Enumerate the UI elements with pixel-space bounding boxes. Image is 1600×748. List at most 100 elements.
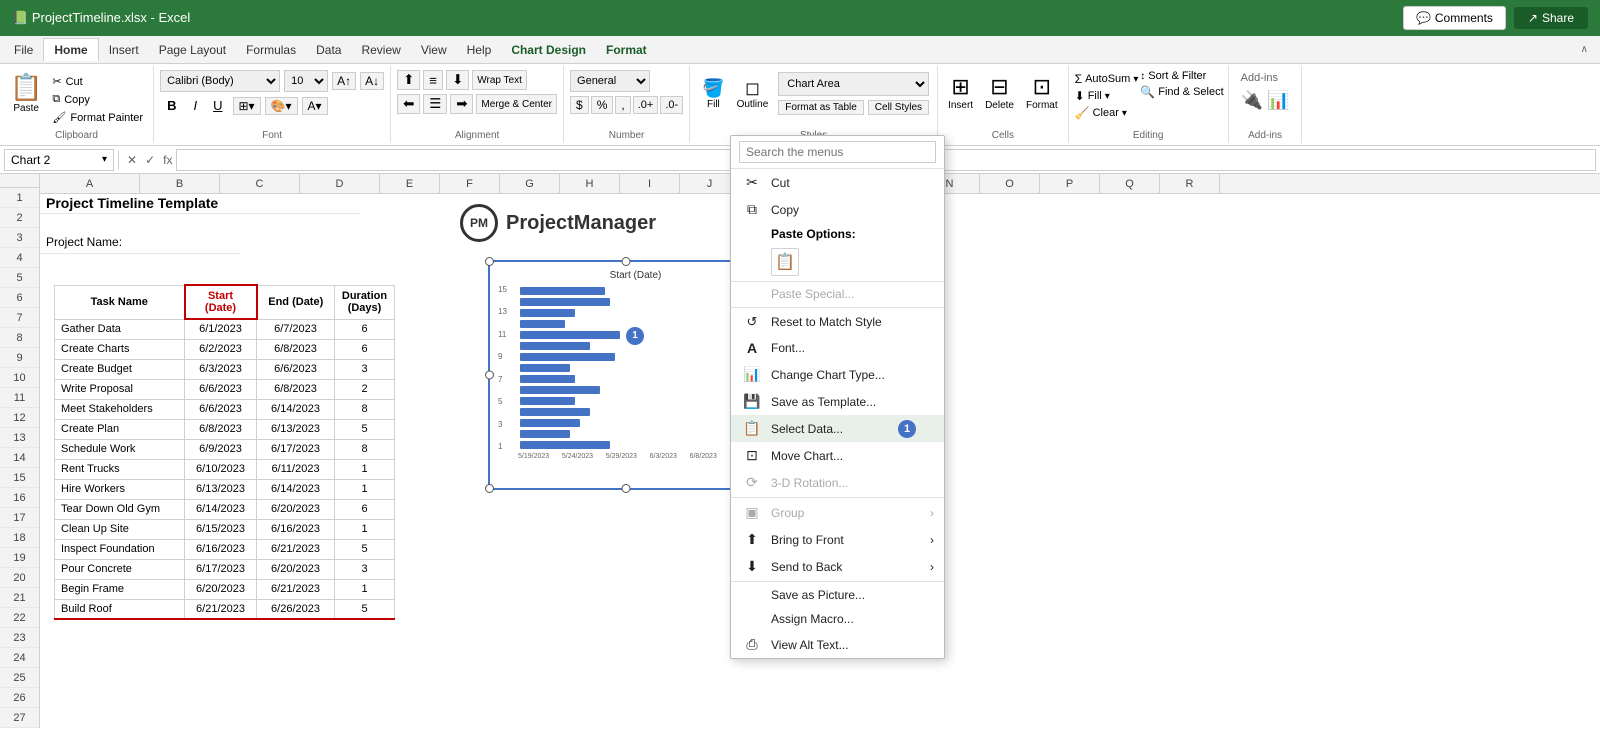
delete-button[interactable]: ⊟ Delete [981,72,1018,113]
tab-format[interactable]: Format [596,39,657,61]
cell-A1[interactable]: Project Timeline Template [40,194,360,214]
italic-button[interactable]: I [187,96,203,115]
table-row[interactable]: Schedule Work6/9/20236/17/20238 [55,439,395,459]
col-header-I[interactable]: I [620,174,680,193]
col-header-R[interactable]: R [1160,174,1220,193]
table-row[interactable]: Clean Up Site6/15/20236/16/20231 [55,519,395,539]
comma-button[interactable]: , [615,96,630,114]
table-row[interactable]: Create Budget6/3/20236/6/20233 [55,359,395,379]
context-bring-front[interactable]: ⬆ Bring to Front › [731,526,944,553]
context-search-input[interactable] [739,141,936,163]
merge-center-button[interactable]: Merge & Center [476,94,557,114]
table-row[interactable]: Begin Frame6/20/20236/21/20231 [55,579,395,599]
col-header-P[interactable]: P [1040,174,1100,193]
tab-help[interactable]: Help [457,39,502,61]
table-row[interactable]: Create Plan6/8/20236/13/20235 [55,419,395,439]
context-group[interactable]: ▣ Group › [731,499,944,526]
context-save-picture[interactable]: Save as Picture... [731,583,944,607]
increase-decimal-button[interactable]: .0+ [633,96,659,114]
number-format-select[interactable]: General [570,70,650,92]
fill-color-button[interactable]: 🎨▾ [265,97,298,115]
increase-font-button[interactable]: A↑ [332,72,356,90]
collapse-ribbon-button[interactable]: ∧ [1573,44,1596,55]
decrease-decimal-button[interactable]: .0- [660,96,683,114]
table-row[interactable]: Inspect Foundation6/16/20236/21/20235 [55,539,395,559]
format-painter-button[interactable]: 🖌 Format Painter [48,110,147,125]
col-header-O[interactable]: O [980,174,1040,193]
col-header-A[interactable]: A [40,174,140,193]
context-menu-copy[interactable]: ⧉ Copy [731,196,944,223]
tab-chart-design[interactable]: Chart Design [501,39,596,61]
col-header-E[interactable]: E [380,174,440,193]
outline-button[interactable]: ◻ Outline [733,76,773,112]
wrap-text-button[interactable]: Wrap Text [472,70,527,90]
align-top-button[interactable]: ⬆ [397,70,420,90]
cell-A3[interactable]: Project Name: [40,234,240,254]
paste-option-1[interactable]: 📋 [771,248,799,276]
context-assign-macro[interactable]: Assign Macro... [731,607,944,631]
cell-styles-button[interactable]: Cell Styles [868,100,929,115]
tab-review[interactable]: Review [351,39,410,61]
context-select-data[interactable]: 📋 Select Data... 1 [731,415,944,442]
context-save-template[interactable]: 💾 Save as Template... [731,388,944,415]
chart-area-select[interactable]: Chart Area [778,72,929,96]
tab-page-layout[interactable]: Page Layout [149,39,236,61]
share-button[interactable]: ↗ Share [1514,7,1588,29]
table-row[interactable]: Create Charts6/2/20236/8/20236 [55,339,395,359]
col-header-Q[interactable]: Q [1100,174,1160,193]
font-color-button[interactable]: A▾ [302,97,328,115]
font-size-select[interactable]: 10 [284,70,328,92]
table-row[interactable]: Gather Data6/1/20236/7/20236 [55,319,395,339]
align-bottom-button[interactable]: ⬇ [446,70,469,90]
context-reset-style[interactable]: ↺ Reset to Match Style [731,309,944,335]
table-row[interactable]: Rent Trucks6/10/20236/11/20231 [55,459,395,479]
tab-file[interactable]: File [4,39,43,61]
table-row[interactable]: Tear Down Old Gym6/14/20236/20/20236 [55,499,395,519]
decrease-font-button[interactable]: A↓ [360,72,384,90]
cut-button[interactable]: ✂ Cut [48,74,147,89]
copy-button[interactable]: ⧉ Copy [48,92,147,107]
insert-button[interactable]: ⊞ Insert [944,72,977,113]
confirm-icon[interactable]: ✓ [145,153,155,167]
align-right-button[interactable]: ➡ [450,94,473,114]
context-view-alt-text[interactable]: ⎙ View Alt Text... [731,631,944,658]
format-button[interactable]: ⊡ Format [1022,72,1062,113]
context-paste-special[interactable]: Paste Special... [731,282,944,306]
context-menu-cut[interactable]: ✂ Cut [731,169,944,196]
name-box[interactable]: Chart 2 ▾ [4,149,114,171]
table-row[interactable]: Meet Stakeholders6/6/20236/14/20238 [55,399,395,419]
col-header-B[interactable]: B [140,174,220,193]
cancel-icon[interactable]: ✕ [127,153,137,167]
chart-container[interactable]: Start (Date) 15131197531 [488,260,763,490]
bold-button[interactable]: B [160,96,183,115]
table-row[interactable]: Write Proposal6/6/20236/8/20232 [55,379,395,399]
tab-data[interactable]: Data [306,39,351,61]
table-row[interactable]: Pour Concrete6/17/20236/20/20233 [55,559,395,579]
comments-button[interactable]: 💬 Comments [1403,6,1506,30]
context-send-back[interactable]: ⬇ Send to Back › [731,553,944,580]
function-icon[interactable]: fx [163,153,172,167]
col-header-C[interactable]: C [220,174,300,193]
tab-home[interactable]: Home [43,38,98,61]
table-row[interactable]: Hire Workers6/13/20236/14/20231 [55,479,395,499]
context-change-chart-type[interactable]: 📊 Change Chart Type... [731,361,944,388]
format-as-table-button[interactable]: Format as Table [778,100,864,115]
tab-view[interactable]: View [411,39,457,61]
table-row[interactable]: Build Roof6/21/20236/26/20235 [55,599,395,619]
borders-button[interactable]: ⊞▾ [233,97,261,115]
tab-insert[interactable]: Insert [99,39,149,61]
context-move-chart[interactable]: ⊡ Move Chart... [731,442,944,469]
col-header-G[interactable]: G [500,174,560,193]
fill-button[interactable]: 🪣 Fill [698,76,728,112]
col-header-F[interactable]: F [440,174,500,193]
context-3d-rotation[interactable]: ⟳ 3-D Rotation... [731,469,944,496]
percent-style-button[interactable]: % [591,96,614,114]
underline-button[interactable]: U [207,96,228,115]
align-left-button[interactable]: ⬅ [397,94,420,114]
col-header-H[interactable]: H [560,174,620,193]
font-family-select[interactable]: Calibri (Body) [160,70,280,92]
paste-button[interactable]: 📋 Paste [6,70,46,116]
col-header-D[interactable]: D [300,174,380,193]
percent-button[interactable]: $ [570,96,589,114]
tab-formulas[interactable]: Formulas [236,39,306,61]
